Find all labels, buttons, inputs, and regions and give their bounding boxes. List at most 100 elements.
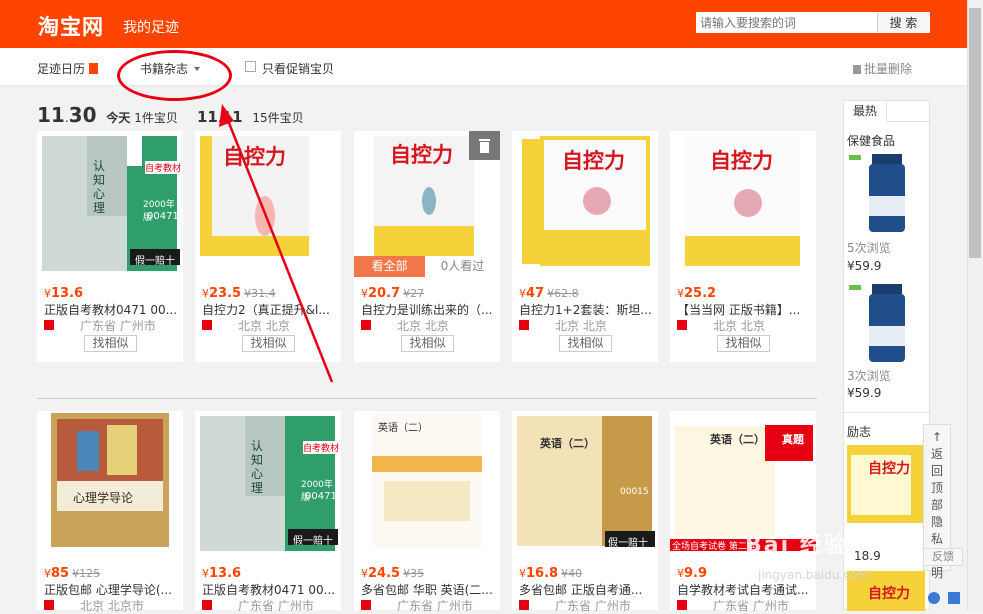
product-title[interactable]: 自控力是训练出来的（... [361, 301, 497, 318]
batch-delete-button[interactable]: 批量删除 [853, 60, 912, 77]
location: 北京 北京 [238, 319, 290, 333]
calendar-label: 足迹日历 [37, 62, 86, 76]
book-title-art: 英语（二） [710, 433, 765, 446]
price-value: 23.5 [209, 286, 242, 301]
category-health-food: 保健食品 [847, 134, 896, 148]
code-text: 00015 [620, 487, 649, 497]
taobao-logo[interactable]: 淘宝网 [38, 11, 104, 41]
recommend-product-image[interactable] [847, 151, 927, 236]
exam-tag: 自考教材 [303, 441, 340, 454]
store-icon [519, 600, 529, 610]
product-card[interactable]: 英语（二） 00015 假一赔十 ¥16.8 ¥40 多省包邮 正版自考通... … [512, 411, 658, 613]
book-title-art: 自控力 [868, 586, 910, 602]
tab-hot[interactable]: 最热 [844, 101, 887, 122]
search-button[interactable]: 搜 索 [877, 13, 929, 32]
find-similar-button[interactable]: 找相似 [717, 335, 770, 352]
location: 广东省 广州市 [713, 599, 789, 613]
product-title[interactable]: 【当当网 正版书籍】... [677, 301, 813, 318]
price-value: 13.6 [209, 566, 242, 581]
find-similar-button[interactable]: 找相似 [559, 335, 612, 352]
recommend-product-image[interactable] [847, 281, 927, 366]
page-title: 我的足迹 [123, 20, 179, 36]
find-similar-button[interactable]: 找相似 [401, 335, 454, 352]
product-title[interactable]: 正版自考教材0471 00... [202, 581, 338, 598]
product-image[interactable] [37, 411, 183, 551]
product-title[interactable]: 正版自考教材0471 00... [44, 301, 180, 318]
product-card[interactable]: 认知心理 自考教材 2000年版 00471 假一赔十 ¥13.6 正版自考教材… [37, 131, 183, 362]
real-exam-tag: 真题 [782, 433, 804, 446]
search-box: 搜 索 [696, 12, 930, 33]
promo-only-label[interactable]: 只看促销宝贝 [262, 60, 334, 77]
promo-only-checkbox[interactable] [245, 61, 256, 72]
guarantee-text: 假一赔十 [608, 538, 648, 549]
price: ¥9.9 [677, 566, 707, 581]
original-price: ¥27 [403, 287, 424, 300]
price: ¥47 ¥62.8 [519, 286, 579, 301]
baidu-watermark-url: jingyan.baidu.com [758, 568, 869, 582]
old-price-value: 125 [79, 567, 101, 580]
product-card[interactable]: 自控力 看全部 0人看过 ¥20.7 ¥27 自控力是训练出来的（... 北京 北… [354, 131, 500, 362]
product-title[interactable]: 自控力2（真正提升&l... [202, 301, 338, 318]
recommend-product-image[interactable] [847, 445, 925, 523]
price: ¥24.5 ¥35 [361, 566, 424, 581]
old-price-value: 31.4 [251, 287, 276, 300]
currency: ¥ [519, 287, 526, 300]
product-card[interactable]: 自控力 ¥47 ¥62.8 自控力1+2套装：斯坦... 北京 北京 找相似 [512, 131, 658, 362]
book-title-art: 自控力 [868, 461, 910, 477]
price-value: 24.5 [368, 566, 401, 581]
location: 广东省 广州市 [397, 599, 473, 613]
product-image[interactable] [512, 411, 658, 551]
batch-delete-label: 批量删除 [864, 62, 913, 76]
guarantee-text: 假一赔十 [293, 536, 333, 547]
product-card[interactable]: 自控力 ¥23.5 ¥31.4 自控力2（真正提升&l... 北京 北京 找相似 [195, 131, 341, 362]
product-card[interactable]: 认知心理 自考教材 2000年版 00471 假一赔十 ¥13.6 正版自考教材… [195, 411, 341, 613]
find-similar-button[interactable]: 找相似 [242, 335, 295, 352]
book-title-art: 英语（二） [540, 437, 595, 450]
recommend-sidebar: 最热 保健食品 5次浏览 ¥59.9 3次浏览 ¥59.9 励志 自控力 18.… [843, 100, 931, 611]
product-title[interactable]: 多省包邮 华职 英语(二... [361, 581, 497, 598]
original-price: ¥35 [403, 567, 424, 580]
scrollbar-thumb[interactable] [969, 8, 981, 258]
price-value: 20.7 [368, 286, 401, 301]
trash-icon [853, 65, 861, 74]
price: ¥85 ¥125 [44, 566, 100, 581]
product-title[interactable]: 自学教材考试自考通试... [677, 581, 813, 598]
book-title-art: 自控力 [390, 143, 453, 167]
store-icon [44, 320, 54, 330]
book-title-art: 英语（二） [378, 423, 428, 434]
product-title[interactable]: 正版包邮 心理学导论(... [44, 581, 180, 598]
date-label: 今天 [106, 111, 131, 125]
find-similar-button[interactable]: 找相似 [84, 335, 137, 352]
date-today: 11.30 今天 1件宝贝 [37, 103, 178, 127]
product-title[interactable]: 多省包邮 正版自考通... [519, 581, 655, 598]
view-count: 0人看过 [425, 256, 500, 277]
delete-item-button[interactable] [469, 131, 500, 160]
product-card[interactable]: 心理学导论 ¥85 ¥125 正版包邮 心理学导论(... 北京 北京市 [37, 411, 183, 613]
location: 北京 北京市 [80, 599, 144, 613]
store-icon [202, 600, 212, 610]
guarantee-text: 假一赔十 [135, 256, 175, 267]
store-icon [361, 320, 371, 330]
product-card[interactable]: 自控力 ¥25.2 【当当网 正版书籍】... 北京 北京 找相似 [670, 131, 816, 362]
promo-banner: 全场自考试卷 第二本 [672, 542, 756, 552]
price: ¥20.7 ¥27 [361, 286, 424, 301]
original-price: ¥31.4 [244, 287, 276, 300]
book-title-art: 自控力 [562, 149, 625, 173]
store-icon [677, 600, 687, 610]
product-card[interactable]: 英语（二） ¥24.5 ¥35 多省包邮 华职 英语(二... 广东省 广州市 [354, 411, 500, 613]
store-icon [519, 320, 529, 330]
old-price-value: 35 [410, 567, 425, 580]
view-count: 3次浏览 [847, 369, 891, 383]
book-title-art: 认知心理 [251, 439, 264, 495]
footprint-calendar-link[interactable]: 足迹日历 [37, 60, 99, 77]
search-input[interactable] [697, 13, 877, 32]
feedback-button[interactable]: 反馈 [923, 548, 963, 566]
price: ¥13.6 [44, 286, 83, 301]
currency: ¥ [44, 567, 51, 580]
see-all-button[interactable]: 看全部 [354, 256, 425, 277]
currency: ¥ [44, 287, 51, 300]
location: 北京 北京 [713, 319, 765, 333]
product-title[interactable]: 自控力1+2套装：斯坦... [519, 301, 655, 318]
top-bar: 淘宝网 我的足迹 搜 索 [0, 0, 967, 48]
old-price-value: 27 [410, 287, 425, 300]
